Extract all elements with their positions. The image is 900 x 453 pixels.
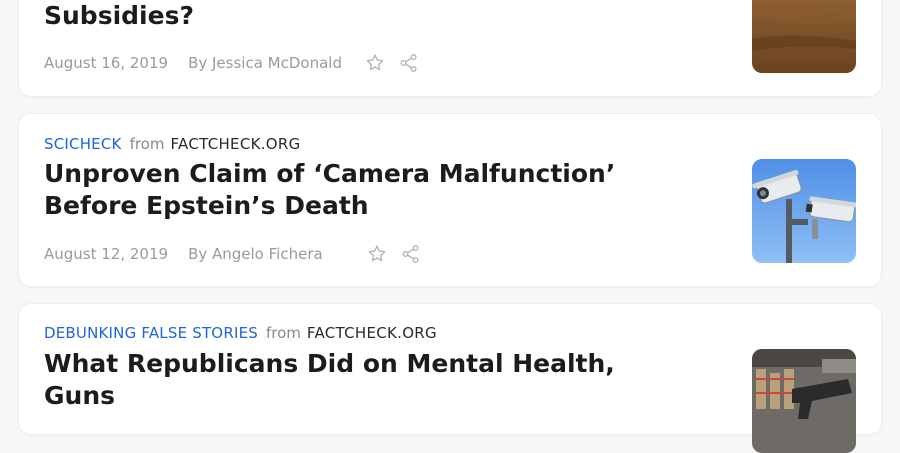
article-date: August 12, 2019 xyxy=(44,245,169,263)
wind-farm-image[interactable] xyxy=(752,0,856,73)
article-card[interactable]: SCICHECK from FACTCHECK.ORG Unproven Claim… xyxy=(19,114,881,286)
article-author: By Jessica McDonald xyxy=(188,54,342,72)
article-card[interactable]: Subsidies? August 16, 2019 By Jessica Mc… xyxy=(19,0,881,96)
article-title[interactable]: What Republicans Did on Mental Health, G… xyxy=(44,348,684,412)
article-actions xyxy=(366,243,434,265)
from-label: from xyxy=(129,135,165,153)
article-source: DEBUNKING FALSE STORIES from FACTCHECK.ORG xyxy=(44,323,437,343)
article-title[interactable]: Subsidies? xyxy=(44,0,684,32)
security-cameras-image[interactable] xyxy=(752,159,856,263)
share-icon[interactable] xyxy=(398,52,420,74)
gun-store-image[interactable] xyxy=(752,349,856,453)
from-label: from xyxy=(265,324,301,342)
article-publisher[interactable]: FACTCHECK.ORG xyxy=(170,135,300,153)
article-date: August 16, 2019 xyxy=(44,54,169,72)
article-meta: August 12, 2019 By Angelo Fichera xyxy=(44,243,434,265)
article-source: SCICHECK from FACTCHECK.ORG xyxy=(44,134,301,154)
article-category[interactable]: SCICHECK xyxy=(44,135,122,153)
star-icon[interactable] xyxy=(366,243,388,265)
article-category[interactable]: DEBUNKING FALSE STORIES xyxy=(44,324,258,342)
article-publisher[interactable]: FACTCHECK.ORG xyxy=(307,324,437,342)
article-author: By Angelo Fichera xyxy=(188,245,323,263)
share-icon[interactable] xyxy=(400,243,422,265)
article-meta: August 16, 2019 By Jessica McDonald xyxy=(44,52,432,74)
article-title[interactable]: Unproven Claim of ‘Camera Malfunction’ B… xyxy=(44,158,684,222)
article-card[interactable]: DEBUNKING FALSE STORIES from FACTCHECK.ORG… xyxy=(19,304,881,453)
article-actions xyxy=(364,52,432,74)
star-icon[interactable] xyxy=(364,52,386,74)
